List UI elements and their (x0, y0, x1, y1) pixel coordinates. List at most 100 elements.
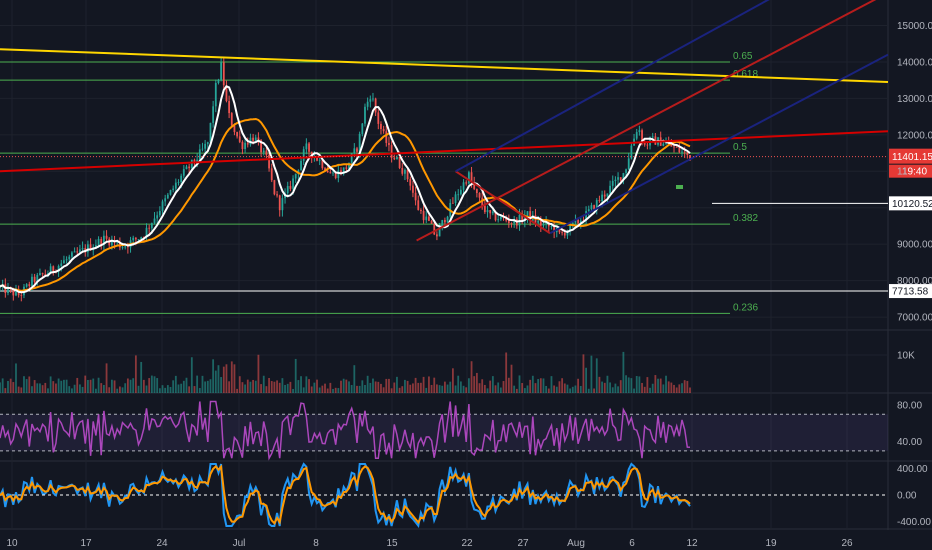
volume-bar (505, 352, 508, 393)
volume-bar (372, 378, 374, 393)
volume-bar (689, 387, 691, 393)
candle-body (238, 136, 241, 142)
x-tick-label: 19 (765, 538, 777, 549)
volume-bar (308, 379, 310, 393)
volume-bar (577, 378, 580, 393)
candle-body (281, 198, 284, 211)
candle-body (150, 223, 153, 229)
volume-bar (188, 386, 191, 393)
volume-bar (60, 380, 63, 393)
volume-bar (398, 387, 401, 393)
volume-bar (673, 384, 675, 393)
volume-bar (388, 378, 390, 393)
candle-body (601, 194, 603, 202)
candle-body (606, 193, 609, 197)
volume-bar (404, 379, 406, 393)
volume-bar (454, 385, 457, 393)
candle-body (270, 168, 273, 181)
volume-bar (57, 378, 60, 393)
volume-bar (507, 377, 510, 393)
volume-bar (297, 380, 300, 393)
volume-bar (132, 378, 135, 393)
candle-body (366, 101, 369, 107)
volume-bar (590, 355, 593, 393)
volume-bar (633, 388, 635, 393)
volume-bar (71, 388, 73, 393)
candle-body (372, 98, 374, 100)
volume-bar (657, 378, 659, 393)
candle-body (63, 260, 65, 264)
volume-bar (537, 379, 540, 393)
volume-tick-label: 10K (897, 351, 915, 362)
volume-bar (145, 385, 148, 393)
volume-bar (201, 375, 204, 393)
volume-bar (225, 364, 228, 393)
volume-bar (529, 379, 532, 393)
volume-bar (118, 386, 121, 393)
candle-body (190, 159, 193, 169)
volume-bar (345, 379, 348, 393)
volume-bar (0, 382, 1, 393)
volume-bar (670, 382, 673, 393)
candle-body (332, 172, 334, 174)
x-tick-label: 26 (841, 538, 853, 549)
candle-body (683, 151, 686, 153)
candle-body (188, 166, 191, 169)
volume-bar (294, 358, 297, 393)
candle-body (475, 189, 478, 194)
candle-body (611, 180, 614, 186)
volume-bar (569, 388, 572, 393)
volume-bar (313, 382, 316, 393)
candle-body (329, 172, 332, 174)
volume-bar (55, 383, 57, 393)
candle-body (587, 209, 590, 212)
volume-bar (396, 376, 398, 393)
candle-body (76, 251, 79, 253)
volume-bar (510, 364, 513, 393)
candle-body (651, 136, 654, 138)
volume-bar (446, 384, 449, 393)
volume-bar (494, 385, 497, 393)
volume-bar (166, 385, 169, 393)
candle-body (441, 219, 444, 227)
volume-bar (409, 384, 412, 393)
volume-bar (555, 386, 558, 393)
x-tick-label: 24 (156, 538, 168, 549)
volume-bar (489, 380, 492, 393)
volume-bar (36, 383, 39, 393)
volume-bar (268, 378, 270, 393)
x-tick-label: 27 (517, 538, 529, 549)
volume-bar (305, 376, 308, 393)
volume-bar (23, 376, 25, 393)
candle-body (182, 169, 185, 176)
candle-body (241, 141, 244, 150)
volume-bar (158, 388, 161, 393)
volume-bar (31, 386, 33, 393)
volume-bar (284, 384, 286, 393)
volume-bar (180, 383, 183, 393)
volume-bar (68, 386, 71, 393)
candle-body (425, 216, 428, 221)
trading-chart[interactable]: 0.65 0.618 0.5 0.382 0.236 10 17 24 Jul 8 15 22 27 A… (0, 0, 932, 550)
candle-body (393, 157, 396, 160)
candle-body (262, 150, 265, 153)
volume-bar (7, 380, 9, 393)
candle-body (388, 142, 390, 146)
volume-bar (451, 368, 454, 393)
candle-body (305, 143, 308, 150)
volume-bar (28, 376, 31, 393)
candle-body (401, 168, 404, 174)
volume-bar (401, 386, 404, 393)
volume-bar (92, 378, 95, 393)
candle-body (507, 220, 510, 224)
volume-bar (324, 383, 326, 393)
volume-bar (84, 375, 87, 393)
volume-bar (289, 381, 292, 393)
candle-body (406, 169, 409, 180)
candle-body (614, 179, 617, 181)
volume-bar (574, 385, 577, 393)
volume-bar (260, 384, 262, 393)
volume-bar (332, 388, 334, 393)
volume-bar (236, 388, 239, 393)
volume-bar (483, 384, 486, 393)
